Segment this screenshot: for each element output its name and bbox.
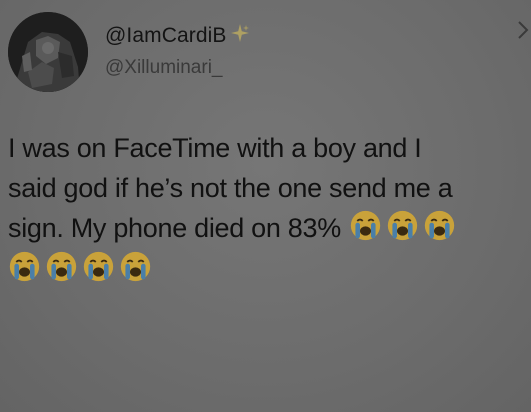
tweet-text-line-3-row: sign. My phone died on 83% xyxy=(8,208,528,248)
display-name[interactable]: @IamCardiB xyxy=(105,24,227,48)
crying-face-icon xyxy=(120,251,151,282)
tweet-text-line-3: sign. My phone died on 83% xyxy=(8,213,341,243)
crying-face-icon xyxy=(9,251,40,282)
crying-face-icon xyxy=(350,210,381,241)
profile-avatar[interactable] xyxy=(8,12,88,92)
crying-face-icon xyxy=(424,210,455,241)
author-block: @IamCardiB @Xilluminari_ xyxy=(105,24,250,79)
chevron-down-icon[interactable] xyxy=(517,18,531,42)
trailing-emoji-group xyxy=(8,250,528,283)
inline-emoji-group xyxy=(349,209,456,242)
username-handle[interactable]: @Xilluminari_ xyxy=(105,57,250,79)
crying-face-icon xyxy=(83,251,114,282)
tweet-body: I was on FaceTime with a boy and I said … xyxy=(8,128,528,283)
tweet-text-line-1: I was on FaceTime with a boy and I xyxy=(8,133,422,163)
display-name-row[interactable]: @IamCardiB xyxy=(105,24,250,48)
crying-face-icon xyxy=(387,210,418,241)
tweet-text-line-2: said god if he’s not the one send me a xyxy=(8,173,453,203)
sparkles-icon xyxy=(230,24,249,42)
crying-face-icon xyxy=(46,251,77,282)
avatar-image xyxy=(8,12,88,92)
tweet-screenshot: @IamCardiB @Xilluminari_ I was on FaceTi… xyxy=(0,0,531,412)
